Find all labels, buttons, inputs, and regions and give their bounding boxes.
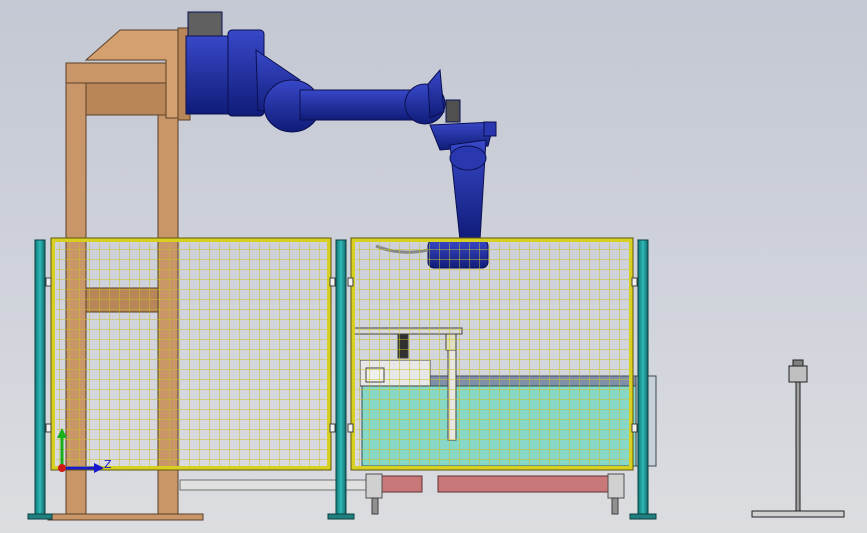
z-axis-label: Z [104, 458, 112, 471]
safety-fence-left [50, 237, 332, 471]
robot-arm [185, 11, 497, 269]
cad-viewport[interactable]: Z [0, 0, 867, 533]
conveyor [179, 473, 625, 515]
cad-drawing: Z [27, 11, 845, 521]
safety-fence-right [350, 237, 634, 471]
tool-stand [751, 359, 845, 518]
x-axis-marker [58, 464, 66, 472]
